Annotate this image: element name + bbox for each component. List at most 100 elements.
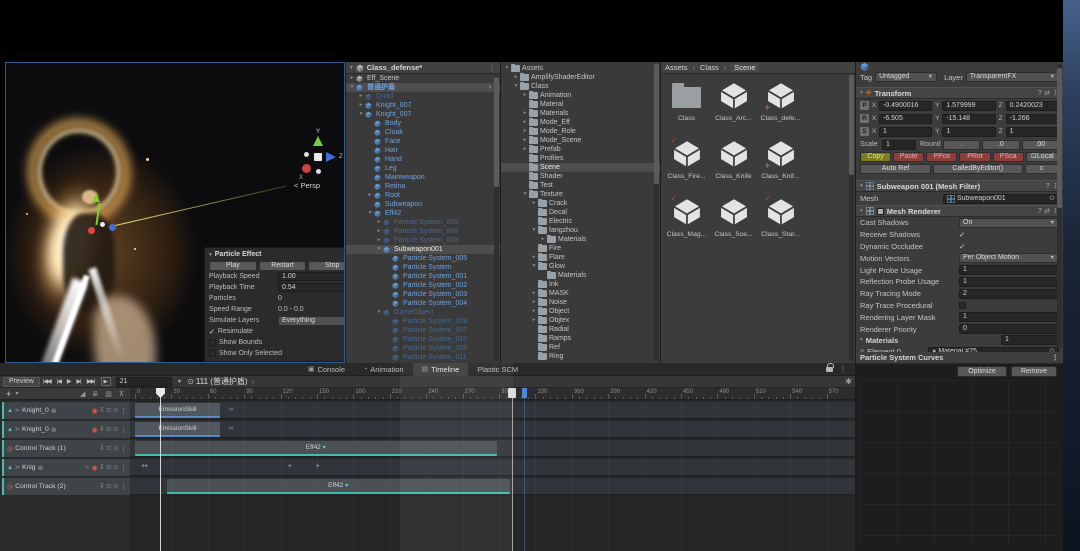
chevron-down-icon[interactable]: ▼ bbox=[177, 379, 182, 385]
foldout-arrow-icon[interactable]: ▾ bbox=[512, 82, 520, 91]
project-folder-row[interactable]: ▸Mode_Scene bbox=[501, 136, 660, 145]
go-to-end-button[interactable]: ▶▶| bbox=[87, 378, 95, 385]
transform-p-y-field[interactable]: 1.579999 bbox=[942, 101, 995, 111]
project-folder-row[interactable]: Materials bbox=[501, 271, 660, 280]
foldout-arrow-icon[interactable]: ▸ bbox=[521, 109, 529, 118]
project-folder-row[interactable]: Ramps bbox=[501, 334, 660, 343]
eye-icon[interactable]: ⊙ bbox=[113, 445, 118, 452]
foldout-arrow-icon[interactable]: ▸ bbox=[539, 235, 547, 244]
more-options-icon[interactable]: ⋮ bbox=[120, 483, 127, 491]
stop-button[interactable]: Stop bbox=[308, 261, 345, 271]
property-checkbox[interactable] bbox=[959, 302, 966, 309]
move-gizmo-z-handle[interactable] bbox=[109, 224, 116, 231]
foldout-arrow-icon[interactable]: ▾ bbox=[375, 308, 383, 317]
simulate-layers-dropdown[interactable]: Everything▼ bbox=[278, 316, 345, 326]
transform-r-z-field[interactable]: -1.266 bbox=[1006, 114, 1059, 124]
asset-item[interactable]: Class bbox=[664, 80, 709, 136]
help-icon[interactable]: ? bbox=[1038, 90, 1042, 97]
lock-icon[interactable]: ⊡ bbox=[106, 483, 111, 490]
pin-icon[interactable]: ⊼ bbox=[100, 464, 104, 471]
go-to-start-button[interactable]: |◀◀ bbox=[43, 378, 51, 385]
hierarchy-scene-header[interactable]: ▾ Class_defense* ⋮ bbox=[346, 62, 500, 74]
remove-binding-icon[interactable]: ⊗ bbox=[51, 407, 57, 415]
timeline-asset-name[interactable]: 111 (普通护盾) bbox=[196, 376, 248, 387]
asset-item[interactable]: Class_Arc... bbox=[711, 80, 756, 136]
project-folder-row[interactable]: ▸Animation bbox=[501, 91, 660, 100]
hierarchy-item[interactable]: Particle System_007 bbox=[346, 326, 500, 335]
breadcrumb-scene[interactable]: Scene bbox=[731, 63, 758, 72]
asset-item[interactable]: ✓Class_Star... bbox=[758, 196, 803, 252]
gizmo-center-cube[interactable] bbox=[314, 153, 322, 161]
track-options-icon[interactable]: ≣ bbox=[92, 390, 98, 398]
add-track-button[interactable]: + bbox=[6, 390, 11, 398]
hierarchy-item[interactable]: ▾Eff42 bbox=[346, 209, 500, 218]
play-button[interactable]: Play bbox=[209, 261, 257, 271]
project-folder-row[interactable]: Ring bbox=[501, 352, 660, 361]
playback-time-field[interactable]: 0.54 bbox=[278, 283, 345, 292]
project-folder-row[interactable]: ▸AmplifyShaderEditor bbox=[501, 73, 660, 82]
asset-item[interactable]: +Class_defe... bbox=[758, 80, 803, 136]
track-lane[interactable] bbox=[130, 402, 855, 419]
property-field[interactable]: 1 bbox=[959, 312, 1059, 322]
resimulate-checkbox[interactable]: ✓ bbox=[209, 328, 215, 336]
project-folder-row[interactable]: Profiles bbox=[501, 154, 660, 163]
foldout-arrow-icon[interactable]: ▸ bbox=[521, 145, 529, 154]
materials-count-field[interactable]: 1 bbox=[1001, 335, 1059, 345]
record-button[interactable]: ◉ bbox=[92, 407, 98, 415]
eye-icon[interactable]: ⊙ bbox=[113, 407, 118, 414]
hierarchy-item[interactable]: Particle System_001 bbox=[346, 272, 500, 281]
project-folder-row[interactable]: Decal bbox=[501, 208, 660, 217]
project-folder-row[interactable]: ▸MASK bbox=[501, 289, 660, 298]
transform-component-header[interactable]: ▾ ✛ Transform ?⇄⋮ bbox=[856, 87, 1063, 99]
pin-icon[interactable]: ⊼ bbox=[100, 426, 104, 433]
project-folder-row[interactable]: ▸Mode_Role bbox=[501, 127, 660, 136]
transform-p-z-field[interactable]: 0.2420023 bbox=[1006, 101, 1059, 111]
project-folder-row[interactable]: ▸Prefab bbox=[501, 145, 660, 154]
round-dot-button[interactable]: . bbox=[943, 140, 980, 150]
marker-toggle-icon[interactable]: ⊼ bbox=[119, 390, 124, 398]
transform-s-z-field[interactable]: 1 bbox=[1006, 127, 1059, 137]
hierarchy-item[interactable]: Particle System_003 bbox=[346, 290, 500, 299]
track-header-animation[interactable]: ▲≻Knight_0⊗◉⊼⊡⊙⋮ bbox=[2, 421, 130, 438]
project-folder-row[interactable]: ▸Noise bbox=[501, 298, 660, 307]
project-folder-row[interactable]: ▾Assets bbox=[501, 64, 660, 73]
timeline-ruler[interactable]: 0306090120150180210240270300330360390420… bbox=[130, 388, 855, 400]
hierarchy-item[interactable]: ▾普通护盾› bbox=[346, 83, 500, 92]
preset-icon[interactable]: ⇄ bbox=[1044, 207, 1050, 215]
pin-icon[interactable]: ⊼ bbox=[100, 445, 104, 452]
property-field[interactable]: 2 bbox=[959, 289, 1059, 299]
lock-icon[interactable]: ⊡ bbox=[106, 407, 111, 414]
property-checkbox[interactable]: ✓ bbox=[959, 242, 965, 251]
tag-dropdown[interactable]: Untagged▼ bbox=[875, 72, 937, 82]
restart-button[interactable]: Restart bbox=[259, 261, 307, 271]
play-range-button[interactable]: ▶ bbox=[101, 377, 111, 386]
eye-icon[interactable]: ⊙ bbox=[113, 426, 118, 433]
show-only-selected-checkbox[interactable] bbox=[209, 350, 216, 357]
keyframe-marker[interactable]: ++ bbox=[141, 463, 147, 470]
property-field[interactable]: 1 bbox=[959, 265, 1059, 275]
track-lane[interactable] bbox=[130, 421, 855, 438]
property-dropdown[interactable]: Per Object Motion▼ bbox=[959, 253, 1059, 263]
foldout-arrow-icon[interactable]: ▾ bbox=[860, 183, 863, 189]
chevron-down-icon[interactable]: ▼ bbox=[14, 391, 19, 397]
hierarchy-item[interactable]: Mainweapon bbox=[346, 173, 500, 182]
foldout-arrow-icon[interactable]: ▾ bbox=[348, 83, 356, 92]
scene-viewport[interactable]: Y Z X < Persp ▾ Particle Effect Play Res… bbox=[5, 62, 345, 363]
foldout-arrow-icon[interactable]: ▾ bbox=[350, 65, 353, 71]
more-options-icon[interactable]: ⋮ bbox=[120, 407, 127, 415]
project-folder-row[interactable]: Electric bbox=[501, 217, 660, 226]
curve-icon[interactable]: ∿ bbox=[85, 464, 90, 471]
preview-toggle-button[interactable]: Preview bbox=[3, 377, 40, 387]
mesh-filter-header[interactable]: ▾ Subweapon 001 (Mesh Filter) ?⋮ bbox=[856, 180, 1063, 192]
record-button[interactable]: ◉ bbox=[92, 464, 98, 472]
more-options-icon[interactable]: ⋮ bbox=[120, 426, 127, 434]
previous-frame-button[interactable]: |◀ bbox=[57, 378, 61, 385]
mesh-object-field[interactable]: Subweapon001⊙ bbox=[943, 194, 1059, 204]
record-button[interactable]: ◉ bbox=[92, 426, 98, 434]
transform-r-y-field[interactable]: -15.148 bbox=[942, 114, 995, 124]
prot-button[interactable]: PRot bbox=[959, 152, 990, 162]
hierarchy-item[interactable]: ▾Knight_007 bbox=[346, 110, 500, 119]
hierarchy-item[interactable]: Hand bbox=[346, 155, 500, 164]
project-folder-row[interactable]: ▸Object bbox=[501, 307, 660, 316]
round-hundredth-button[interactable]: .00 bbox=[1022, 140, 1059, 150]
